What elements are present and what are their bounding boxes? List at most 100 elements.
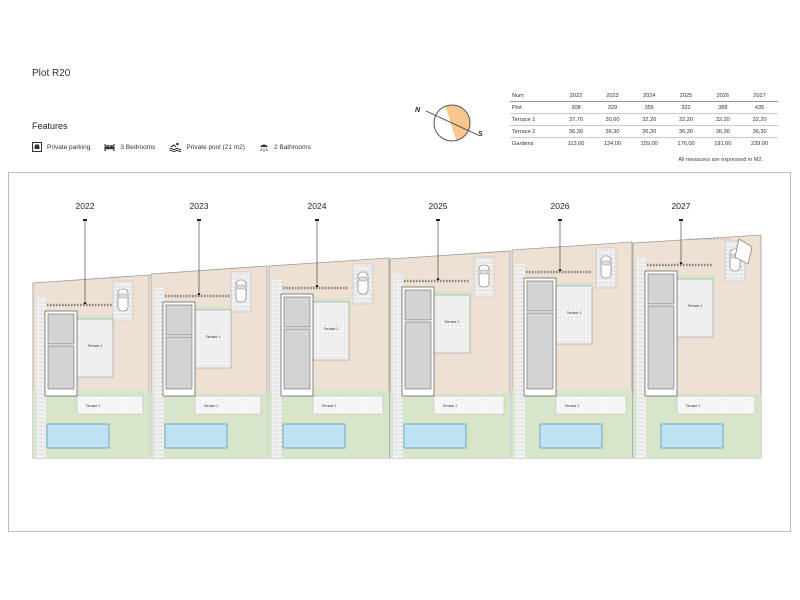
- feature-pool: Private pool (21 m2): [169, 142, 245, 152]
- feature-parking-label: Private parking: [47, 143, 91, 151]
- side-wall: [393, 273, 403, 458]
- plot-plan: Terrace 1 Terrace 2 2024: [268, 201, 390, 459]
- table-cell: 32,20: [704, 113, 742, 126]
- terrace-2-label: Terrace 2: [204, 404, 219, 408]
- measures-table: Num 2022 2023 2024 2025 2026 2027 Plot 3…: [510, 90, 778, 149]
- terrace-1-label: Terrace 1: [445, 320, 460, 324]
- terrace-1-label: Terrace 1: [206, 335, 221, 339]
- plot-year-label: 2022: [76, 201, 95, 211]
- house-upper-block: [47, 313, 75, 345]
- car-windshield: [359, 276, 367, 282]
- feature-bathrooms: 2 Bathrooms: [259, 142, 311, 152]
- table-cell: 32,20: [741, 113, 778, 126]
- plot-leader-dot: [315, 284, 319, 288]
- side-wall: [272, 280, 282, 458]
- compass-south-label: S: [478, 131, 483, 138]
- plot-year-label: 2023: [190, 201, 209, 211]
- bed-icon: [104, 143, 115, 151]
- table-row: Plot 308 329 356 322 388 435: [510, 101, 778, 114]
- pool-icon: [169, 142, 182, 152]
- car-icon: [357, 271, 369, 295]
- table-cell: 308: [558, 101, 595, 114]
- house-upper-block: [404, 289, 432, 321]
- table-cell: 36,30: [704, 125, 742, 138]
- terrace-1: [433, 294, 471, 354]
- house-upper-block: [165, 304, 193, 336]
- plot-year-label: 2024: [308, 201, 327, 211]
- car-icon: [478, 264, 490, 288]
- terrace-1: [76, 318, 114, 378]
- table-cell: 239,00: [741, 137, 778, 149]
- table-cell: Terrace 2: [510, 125, 558, 138]
- table-header: 2027: [741, 90, 778, 102]
- terrace-2-label: Terrace 2: [86, 404, 101, 408]
- table-cell: Plot: [510, 101, 558, 114]
- pool: [46, 423, 110, 449]
- table-header: Num: [510, 90, 558, 102]
- plot-leader-cap: [679, 219, 683, 221]
- table-header: 2026: [704, 90, 742, 102]
- plot-leader-dot: [558, 268, 562, 272]
- plot-leader-cap: [83, 219, 87, 221]
- plot-leader-dot: [436, 277, 440, 281]
- house-upper-block: [647, 273, 675, 305]
- table-cell: 36,30: [741, 125, 778, 138]
- measures-note: All measures are expressed in M2.: [678, 157, 763, 163]
- table-cell: 36,30: [594, 125, 631, 138]
- feature-bedrooms-label: 3 Bedrooms: [120, 143, 156, 151]
- plot-leader-cap: [315, 219, 319, 221]
- table-cell: 176,00: [667, 137, 705, 149]
- pool: [164, 423, 228, 449]
- house-lower-block: [47, 345, 75, 390]
- house-lower-block: [404, 321, 432, 390]
- plot-year-label: 2027: [672, 201, 691, 211]
- pool: [660, 423, 724, 449]
- compass-icon: N S: [415, 104, 483, 142]
- compass-north-label: N: [415, 107, 421, 114]
- table-row: Gardens 113,00 134,00 159,00 176,00 191,…: [510, 137, 778, 149]
- plot-plan: Terrace 1 Terrace 2 2026: [511, 201, 633, 459]
- pool: [539, 423, 603, 449]
- table-cell: 36,30: [558, 125, 595, 138]
- table-cell: 113,00: [558, 137, 595, 149]
- plot-plan: Terrace 1 Terrace 2 2023: [150, 201, 268, 459]
- table-row: Terrace 1 37,70 30,60 32,20 32,20 32,20 …: [510, 113, 778, 126]
- side-wall: [154, 288, 164, 458]
- table-header: 2023: [594, 90, 631, 102]
- plot-leader-cap: [197, 219, 201, 221]
- plot-leader-cap: [558, 219, 562, 221]
- plot-leader-dot: [679, 261, 683, 265]
- plot-leader-dot: [83, 301, 87, 305]
- table-cell: 388: [704, 101, 742, 114]
- terrace-1: [676, 278, 714, 338]
- table-cell: 329: [594, 101, 631, 114]
- table-header: 2022: [558, 90, 595, 102]
- side-wall: [515, 264, 525, 458]
- table-header: 2025: [667, 90, 705, 102]
- table-cell: 32,20: [630, 113, 668, 126]
- table-cell: Gardens: [510, 137, 558, 149]
- terrace-1-label: Terrace 1: [324, 327, 339, 331]
- table-cell: 322: [667, 101, 705, 114]
- car-windshield: [602, 260, 610, 266]
- features-title: Features: [32, 121, 68, 131]
- parking-icon: [32, 142, 42, 152]
- table-cell: 191,00: [704, 137, 742, 149]
- features-list: Private parking 3 Bedrooms Private pool …: [32, 142, 325, 152]
- house-lower-block: [647, 305, 675, 390]
- terrace-1: [555, 285, 593, 345]
- plot-leader-dot: [197, 292, 201, 296]
- feature-parking: Private parking: [32, 142, 90, 152]
- pool: [282, 423, 346, 449]
- side-wall: [636, 257, 646, 458]
- terrace-2-label: Terrace 2: [565, 404, 580, 408]
- plot-plan: Terrace 1 Terrace 2 2027: [632, 201, 762, 459]
- feature-bathrooms-label: 2 Bathrooms: [273, 143, 311, 151]
- pool: [403, 423, 467, 449]
- table-cell: 435: [741, 101, 778, 114]
- terrace-2-label: Terrace 2: [443, 404, 458, 408]
- table-cell: 37,70: [558, 113, 595, 126]
- shower-icon: [259, 144, 268, 152]
- car-icon: [235, 279, 247, 303]
- car-windshield: [237, 284, 245, 290]
